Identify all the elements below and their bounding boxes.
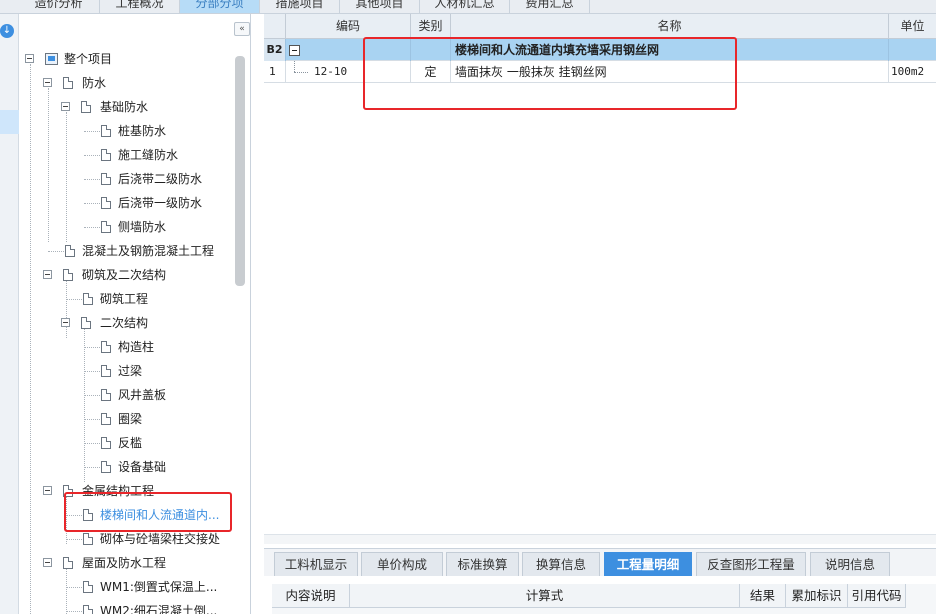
tree-node-structural-column[interactable]: 构造柱 [101,337,231,357]
collapse-toggle-icon[interactable] [61,102,70,111]
tab-quantity-detail[interactable]: 工程量明细 [604,552,692,576]
collapse-toggle-icon[interactable] [43,486,52,495]
detail-header-reference[interactable]: 引用代码 [848,584,906,608]
tree-node-pile-waterproofing[interactable]: 桩基防水 [101,121,231,141]
item-grid: 编码 类别 名称 单位 B2 楼梯间和人流通道内填充墙采用钢丝网 1 12-10… [264,14,936,534]
document-icon [101,461,111,473]
tab-project-overview[interactable]: 工程概况 [100,0,180,13]
tab-unit-price[interactable]: 单价构成 [361,552,443,576]
tab-materials-summary[interactable]: 人材机汇总 [420,0,510,13]
tree-node-concrete[interactable]: 混凝土及钢筋混凝土工程 [65,241,235,261]
document-icon [101,125,111,137]
tree-node-wm1[interactable]: WM1:倒置式保温上... [83,577,233,597]
collapse-panel-button[interactable]: « [234,22,250,36]
tab-conversion-info[interactable]: 换算信息 [522,552,600,576]
document-icon [83,293,93,305]
detail-header-accumulate[interactable]: 累加标识 [786,584,848,608]
left-rail: ↓ [0,14,19,614]
app-window: 造价分析 工程概况 分部分项 措施项目 其他项目 人材机汇总 费用汇总 ↓ « [0,0,936,614]
project-icon [45,53,58,65]
document-icon [65,245,75,257]
document-icon [83,605,93,614]
tree-node-waterproofing[interactable]: 防水 [43,73,223,93]
annotation-box-tree [64,492,232,532]
document-icon [101,197,111,209]
header-name[interactable]: 名称 [451,14,889,39]
document-icon [101,173,111,185]
header-code[interactable]: 编码 [286,14,411,39]
tree-scrollbar[interactable] [235,56,245,286]
tree-node-lintel[interactable]: 过梁 [101,361,231,381]
row-index: 1 [264,61,286,83]
tree-node-root[interactable]: 整个项目 [25,49,225,69]
tree-node-masonry-joint[interactable]: 砌体与砼墙梁柱交接处 [83,529,233,549]
document-icon [101,149,111,161]
tab-other-items[interactable]: 其他项目 [340,0,420,13]
top-tab-bar: 造价分析 工程概况 分部分项 措施项目 其他项目 人材机汇总 费用汇总 [0,0,936,14]
tab-sections[interactable]: 分部分项 [180,0,260,13]
tab-measures[interactable]: 措施项目 [260,0,340,13]
collapse-toggle-icon[interactable] [43,558,52,567]
document-icon [63,77,73,89]
tree-node-ring-beam[interactable]: 圈梁 [101,409,231,429]
tree-node-post-pour-level1[interactable]: 后浇带一级防水 [101,193,231,213]
tree-node-wm2[interactable]: WM2:细石混凝土倒... [83,601,233,614]
grid-horizontal-scrollbar[interactable] [264,534,936,544]
document-icon [83,533,93,545]
document-icon [101,365,111,377]
document-icon [101,437,111,449]
grid-header: 编码 类别 名称 单位 [264,14,936,39]
document-icon [63,557,73,569]
document-icon [81,101,91,113]
tree-node-curb[interactable]: 反槛 [101,433,231,453]
tree-node-roof-waterproofing[interactable]: 屋面及防水工程 [43,553,223,573]
document-icon [101,413,111,425]
quantity-detail-grid: 内容说明 计算式 结果 累加标识 引用代码 [272,584,936,614]
collapse-toggle-icon[interactable] [43,270,52,279]
tab-cost-summary[interactable]: 费用汇总 [510,0,590,13]
document-icon [101,389,111,401]
tree-node-foundation-waterproofing[interactable]: 基础防水 [61,97,231,117]
tree-node-shaft-cover[interactable]: 风井盖板 [101,385,231,405]
document-icon [63,269,73,281]
download-icon[interactable]: ↓ [0,24,14,38]
tab-standard-conversion[interactable]: 标准换算 [446,552,519,576]
document-icon [83,581,93,593]
row-unit [889,39,936,61]
document-icon [101,341,111,353]
header-index [264,14,286,39]
detail-header-formula[interactable]: 计算式 [350,584,740,608]
detail-header-content[interactable]: 内容说明 [272,584,350,608]
row-index: B2 [264,39,286,61]
rail-selected-item[interactable] [0,110,19,134]
tree-node-side-wall[interactable]: 侧墙防水 [101,217,231,237]
annotation-box-grid [363,37,737,110]
tab-description[interactable]: 说明信息 [810,552,890,576]
tree-node-masonry[interactable]: 砌筑工程 [83,289,223,309]
document-icon [81,317,91,329]
row-unit[interactable]: 100m2 [889,61,936,83]
detail-tab-bar: 工料机显示 单价构成 标准换算 换算信息 工程量明细 反查图形工程量 说明信息 [264,548,936,576]
tree-node-post-pour-level2[interactable]: 后浇带二级防水 [101,169,231,189]
tree-node-joint-waterproofing[interactable]: 施工缝防水 [101,145,231,165]
collapse-group-icon[interactable] [289,45,300,56]
section-tree: « 整个项目 防水 基础防水 桩基防水 施工缝防水 后浇带二级防水 后浇带一级防… [19,14,251,614]
header-type[interactable]: 类别 [411,14,451,39]
detail-header-result[interactable]: 结果 [740,584,786,608]
collapse-toggle-icon[interactable] [43,78,52,87]
tab-cost-analysis[interactable]: 造价分析 [18,0,100,13]
document-icon [101,221,111,233]
tab-material-display[interactable]: 工料机显示 [274,552,358,576]
tab-reverse-lookup[interactable]: 反查图形工程量 [696,552,806,576]
collapse-toggle-icon[interactable] [25,54,34,63]
tree-node-secondary-structure[interactable]: 二次结构 [61,313,231,333]
header-unit[interactable]: 单位 [889,14,936,39]
tree-node-equipment-base[interactable]: 设备基础 [101,457,231,477]
collapse-toggle-icon[interactable] [61,318,70,327]
tree-node-masonry-secondary[interactable]: 砌筑及二次结构 [43,265,223,285]
